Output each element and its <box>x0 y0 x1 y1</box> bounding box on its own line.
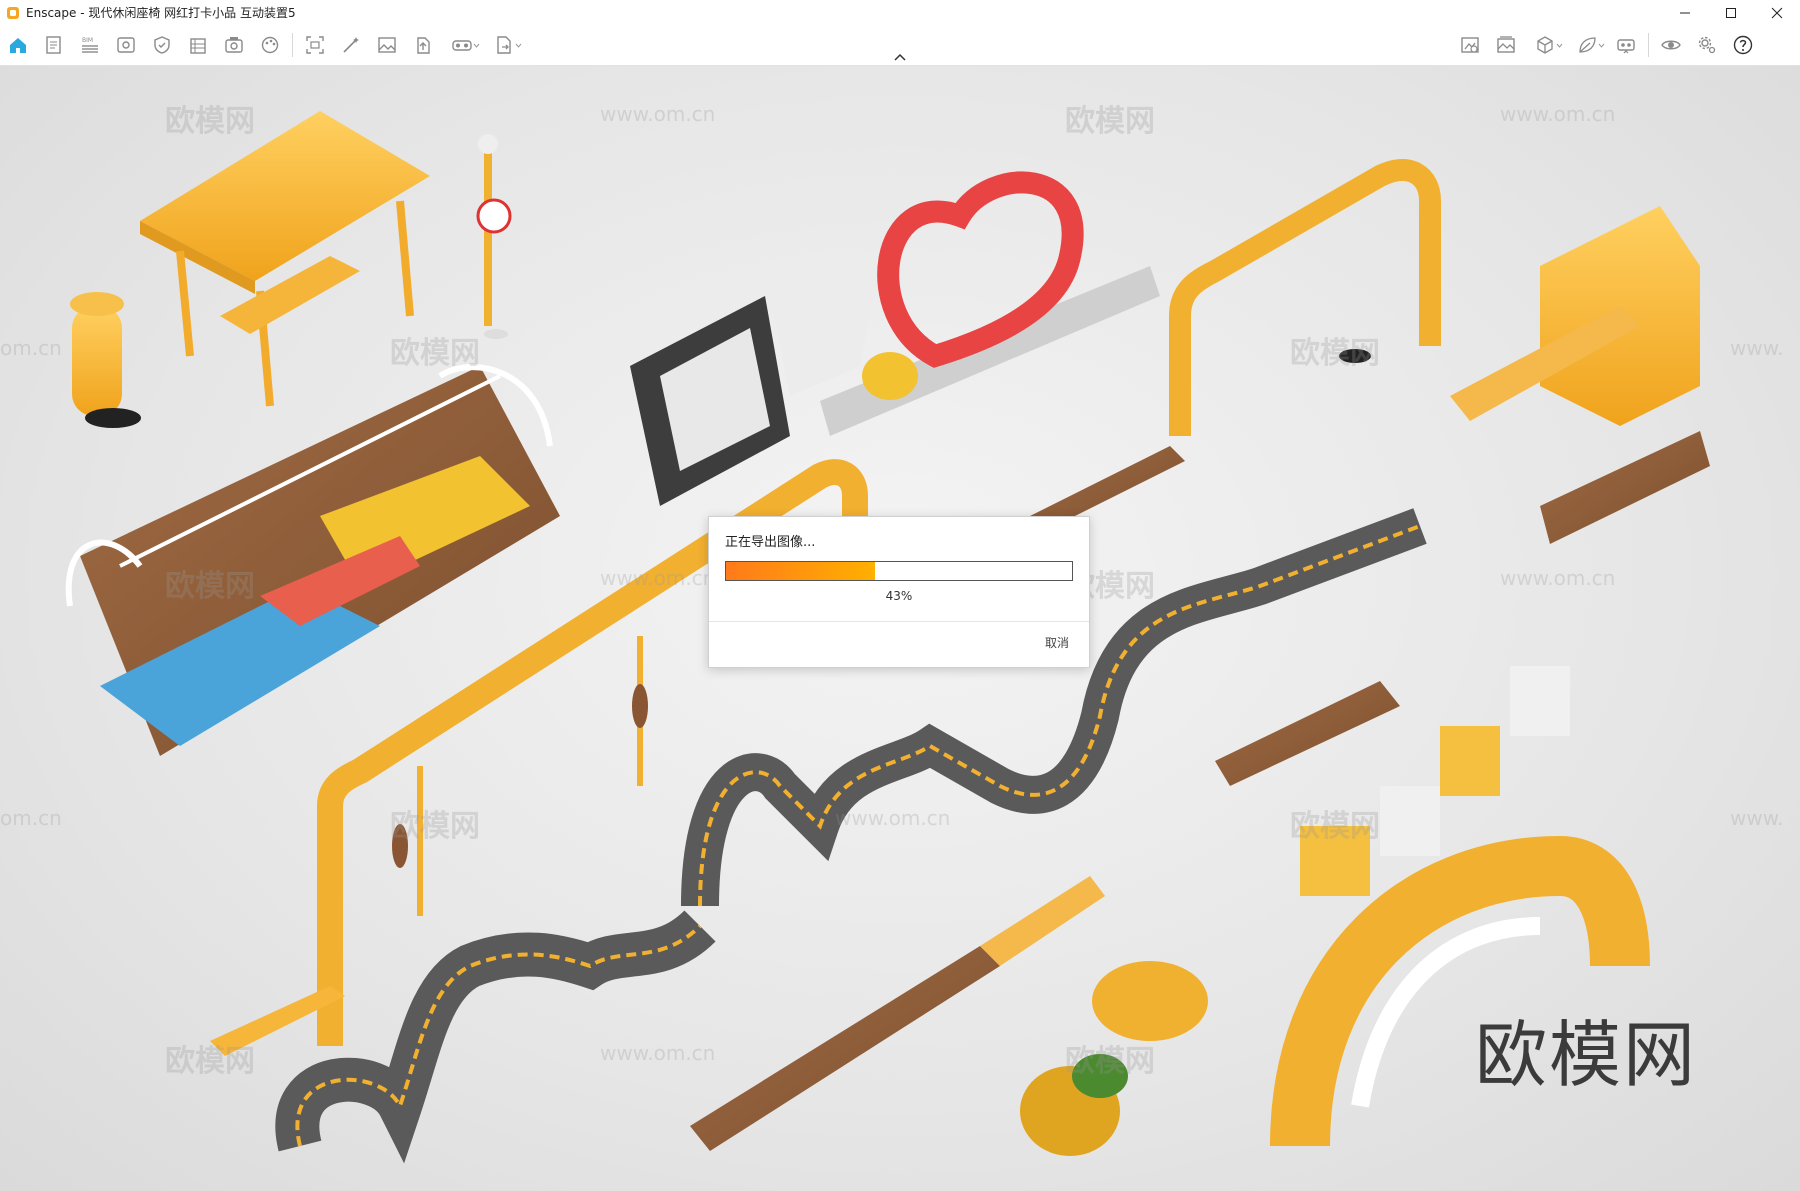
home-button[interactable] <box>0 29 36 61</box>
eye-button[interactable] <box>1653 29 1689 61</box>
document-button[interactable] <box>36 29 72 61</box>
leaf-icon <box>1579 37 1596 53</box>
palette-icon <box>261 36 279 54</box>
building-button[interactable] <box>180 29 216 61</box>
upload-icon <box>417 37 430 54</box>
capture-button[interactable] <box>297 29 333 61</box>
progress-percent-label: 43% <box>885 589 913 603</box>
watermark: www.om.cn <box>600 566 716 590</box>
maximize-button[interactable] <box>1708 0 1754 25</box>
watermark: www. <box>1730 806 1784 830</box>
window-controls <box>1662 0 1800 25</box>
capture-icon <box>306 36 324 54</box>
magic-button[interactable] <box>333 29 369 61</box>
upload-button[interactable] <box>405 29 441 61</box>
watermark: 欧模网 <box>390 809 480 844</box>
track-seat-lower <box>275 909 716 1164</box>
watermark: 欧模网 <box>1290 336 1380 371</box>
toolbar-right-group <box>1452 25 1761 65</box>
settings-button[interactable] <box>1689 29 1725 61</box>
maximize-icon <box>1726 7 1736 18</box>
palette-button[interactable] <box>252 29 288 61</box>
cube-icon <box>1537 36 1553 54</box>
title-bar: Enscape - 现代休闲座椅 网红打卡小品 互动装置5 <box>0 0 1800 25</box>
toolbar-left-group: BIM <box>0 25 525 65</box>
view-management-button[interactable] <box>108 29 144 61</box>
bus-stop-shelter <box>140 111 430 407</box>
watermark: 欧模网 <box>165 104 255 139</box>
watermark: 欧模网 <box>1065 104 1155 139</box>
progress-fill <box>726 562 875 580</box>
asset-library-button[interactable] <box>216 29 252 61</box>
settings-icon <box>1698 36 1716 54</box>
window-title: Enscape - 现代休闲座椅 网红打卡小品 互动装置5 <box>26 6 296 20</box>
building-icon <box>190 38 206 54</box>
watermark: 欧模网 <box>1065 1044 1155 1079</box>
bim-list-button[interactable]: BIM <box>72 29 108 61</box>
leaf-button[interactable] <box>1566 29 1608 61</box>
watermark: 欧模网 <box>1290 809 1380 844</box>
toolbar-separator <box>1648 33 1649 57</box>
shield-icon <box>154 36 170 54</box>
shield-button[interactable] <box>144 29 180 61</box>
bim-list-icon: BIM <box>82 37 98 53</box>
close-icon <box>1771 7 1783 18</box>
brand-watermark: 欧模网 <box>1475 1013 1698 1097</box>
help-button[interactable] <box>1725 29 1761 61</box>
chevron-down-icon <box>515 43 522 48</box>
gallery-icon <box>1497 36 1515 53</box>
chevron-down-icon <box>1598 43 1605 48</box>
document-icon <box>46 36 61 54</box>
house-bench <box>1450 206 1700 426</box>
watermark: www.om.cn <box>600 1041 716 1065</box>
magic-icon <box>343 37 359 53</box>
close-button[interactable] <box>1754 0 1800 25</box>
minimize-icon <box>1680 12 1690 13</box>
asset-library-icon <box>225 37 243 53</box>
enscape-logo-icon <box>7 6 19 19</box>
chevron-down-icon <box>1556 43 1563 48</box>
mailbox <box>70 292 141 428</box>
svg-text:BIM: BIM <box>82 37 93 44</box>
vr-headset-icon <box>452 40 472 51</box>
camera-tag-icon <box>1461 37 1479 53</box>
export-button[interactable] <box>483 29 525 61</box>
watermark: om.cn <box>0 336 62 360</box>
toolbar-separator <box>292 33 293 57</box>
watermark: www.om.cn <box>600 102 716 126</box>
export-progress-bar <box>725 561 1073 581</box>
image-button[interactable] <box>369 29 405 61</box>
sign-post <box>476 134 512 339</box>
camera-tag-button[interactable] <box>1452 29 1488 61</box>
chevron-down-icon <box>473 43 480 48</box>
dialog-title: 正在导出图像... <box>725 535 816 550</box>
export-progress-dialog: 正在导出图像... 43% 取消 <box>708 516 1090 668</box>
watermark: www.om.cn <box>835 806 951 830</box>
sync-button[interactable] <box>1608 29 1644 61</box>
watermark: www. <box>1730 336 1784 360</box>
watermark: 欧模网 <box>165 569 255 604</box>
watermark: www.om.cn <box>1500 566 1616 590</box>
image-icon <box>378 37 396 53</box>
cancel-button[interactable]: 取消 <box>1045 634 1069 651</box>
dialog-divider <box>709 621 1089 622</box>
watermark: 欧模网 <box>165 1044 255 1079</box>
watermark: www.om.cn <box>1500 102 1616 126</box>
home-icon <box>10 38 26 53</box>
gallery-button[interactable] <box>1488 29 1524 61</box>
vr-headset-button[interactable] <box>441 29 483 61</box>
cube-button[interactable] <box>1524 29 1566 61</box>
export-icon <box>497 36 511 54</box>
minimize-button[interactable] <box>1662 0 1708 25</box>
sync-icon <box>1617 39 1635 54</box>
help-icon <box>1733 35 1753 55</box>
view-management-icon <box>117 37 135 53</box>
watermark: om.cn <box>0 806 62 830</box>
eye-icon <box>1661 40 1681 50</box>
collapse-toolbar-chevron-icon[interactable] <box>892 52 908 62</box>
watermark: 欧模网 <box>390 336 480 371</box>
